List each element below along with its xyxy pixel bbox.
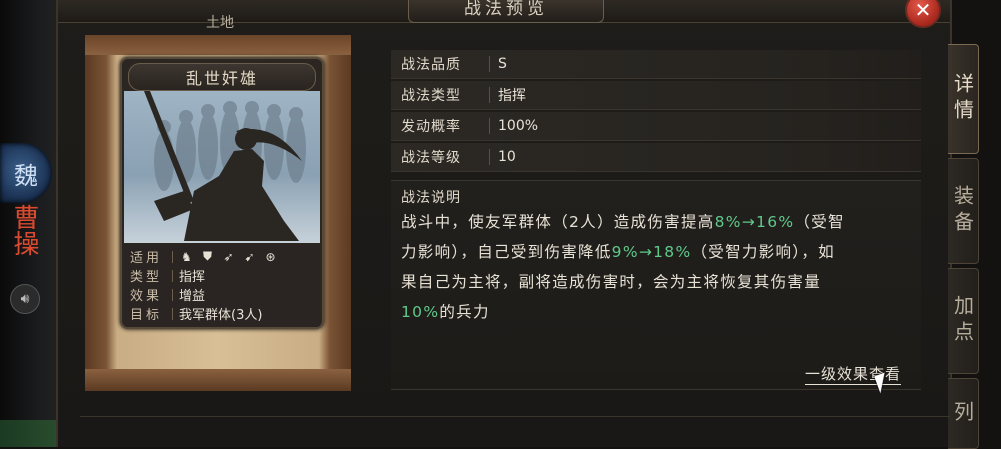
warrior-illustration xyxy=(144,91,306,241)
info-row-target: 目标 我军群体(3人) xyxy=(130,304,262,323)
info-value: 增益 xyxy=(179,289,206,304)
tab-list[interactable]: 列 xyxy=(948,378,979,449)
dialog-title: 战法预览 xyxy=(464,0,548,19)
tab-details[interactable]: 详情 xyxy=(948,44,979,154)
description-title: 战法说明 xyxy=(401,190,461,206)
attr-label: 战法品质 xyxy=(401,57,461,73)
info-row-weapons: 适用 ♞ ⛊ ➶ ➹ ⊛ xyxy=(130,247,278,266)
description-line: 战斗中，使友军群体（2人）造成伤害提高8%→16%（受智 xyxy=(401,207,916,237)
attr-divider xyxy=(489,118,490,134)
attr-value: 100% xyxy=(498,118,539,134)
title-plate: 战法预览 xyxy=(408,0,604,23)
voice-button[interactable]: 🔊︎ xyxy=(10,284,40,314)
description-highlight: 8%→16% xyxy=(714,213,795,231)
attr-value: 指挥 xyxy=(498,88,526,104)
description-segment: （受智 xyxy=(794,213,845,231)
shield-icon: ⛊ xyxy=(202,249,212,263)
attr-divider xyxy=(489,56,490,72)
weapon-icons: ♞ ⛊ ➶ ➹ ⊛ xyxy=(179,249,278,264)
attr-label: 战法类型 xyxy=(401,88,461,104)
attr-value: S xyxy=(498,56,507,72)
faction-label: 魏 xyxy=(14,161,38,190)
attr-row-probability: 发动概率 100% xyxy=(391,112,921,141)
description-segment: （受智力影响），如 xyxy=(691,243,835,261)
land-tab[interactable]: 土地 xyxy=(206,12,234,32)
info-row-effect: 效果 增益 xyxy=(130,285,205,304)
speaker-icon: 🔊︎ xyxy=(20,291,30,307)
card-info-panel: 适用 ♞ ⛊ ➶ ➹ ⊛ 类型 指挥 效果 增益 目标 我军群体(3人) xyxy=(124,245,320,327)
card-name: 乱世奸雄 xyxy=(185,69,258,88)
description-highlight: 10% xyxy=(401,303,440,321)
info-label: 类型 xyxy=(130,270,163,285)
description-line: 力影响），自己受到伤害降低9%→18%（受智力影响），如 xyxy=(401,237,916,267)
siege-icon: ⊛ xyxy=(265,249,276,264)
description-segment: 的兵力 xyxy=(439,303,490,321)
info-label: 效果 xyxy=(130,289,163,304)
attr-row-type: 战法类型 指挥 xyxy=(391,81,921,110)
attr-label: 战法等级 xyxy=(401,150,461,166)
attr-row-quality: 战法品质 S xyxy=(391,50,921,79)
info-value: 指挥 xyxy=(179,270,206,285)
background-ground xyxy=(0,420,60,447)
description-segment: 力影响），自己受到伤害降低 xyxy=(401,243,612,261)
close-icon: ✕ xyxy=(914,0,932,22)
info-divider xyxy=(172,307,173,320)
attr-label: 发动概率 xyxy=(401,119,461,135)
card-artwork xyxy=(124,91,320,243)
cavalry-icon: ♞ xyxy=(181,249,192,264)
description-segment: 战斗中，使友军群体（2人）造成伤害提高 xyxy=(401,213,715,231)
description-panel: 战法说明 战斗中，使友军群体（2人）造成伤害提高8%→16%（受智 力影响），自… xyxy=(391,180,921,390)
tactic-card: 乱世奸雄 适用 ♞ ⛊ ➶ ➹ ⊛ 类型 指挥 效果 增益 目标 我军群体(3人… xyxy=(120,57,324,329)
spear-icon: ➹ xyxy=(244,249,255,264)
description-line: 果自己为主将，副将造成伤害时，会为主将恢复其伤害量 xyxy=(401,273,822,291)
bow-icon: ➶ xyxy=(223,249,234,264)
info-label: 适用 xyxy=(130,251,163,266)
description-line: 10%的兵力 xyxy=(401,297,916,327)
card-name-plate: 乱世奸雄 xyxy=(128,63,316,91)
attr-divider xyxy=(489,149,490,165)
info-row-type: 类型 指挥 xyxy=(130,266,205,285)
description-highlight: 9%→18% xyxy=(611,243,692,261)
attr-divider xyxy=(489,87,490,103)
info-divider xyxy=(172,269,173,282)
info-divider xyxy=(172,288,173,301)
description-text: 战斗中，使友军群体（2人）造成伤害提高8%→16%（受智 力影响），自己受到伤害… xyxy=(401,207,916,327)
bottom-divider xyxy=(80,416,950,417)
attr-row-level: 战法等级 10 xyxy=(391,143,921,172)
hero-name: 曹操 xyxy=(9,204,39,256)
attr-value: 10 xyxy=(498,149,516,165)
info-label: 目标 xyxy=(130,308,163,323)
tab-equipment[interactable]: 装备 xyxy=(948,158,979,264)
tab-attribute-points[interactable]: 加点 xyxy=(948,268,979,374)
info-value: 我军群体(3人) xyxy=(179,308,263,323)
info-divider xyxy=(172,250,173,263)
